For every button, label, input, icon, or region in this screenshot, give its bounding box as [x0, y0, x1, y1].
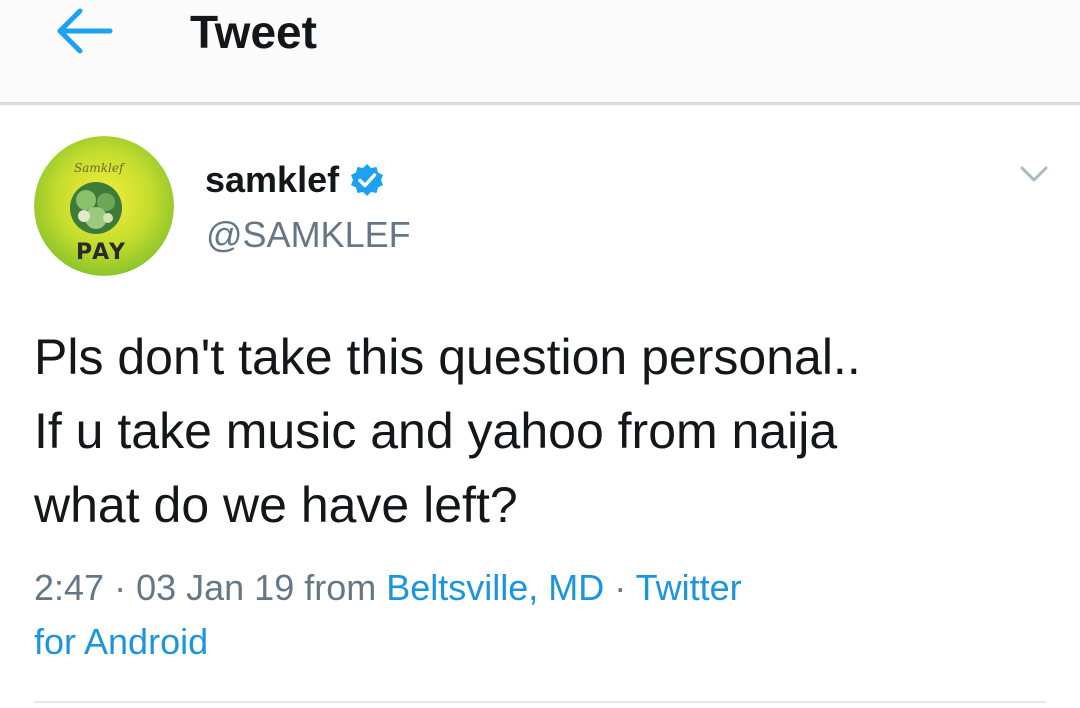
tweet-date: 03 Jan 19 — [136, 567, 295, 608]
tweet-meta-line-1: 2:47 · 03 Jan 19 from Beltsville, MD · T… — [34, 561, 1054, 615]
back-button[interactable] — [52, 6, 116, 56]
avatar[interactable]: Samklef PAY — [34, 136, 174, 276]
tweet-text-line: Pls don't take this question personal.. — [34, 329, 861, 385]
verified-badge-icon — [351, 164, 384, 196]
divider — [34, 701, 1046, 703]
tweet-options-button[interactable] — [1016, 160, 1052, 188]
from-word: from — [294, 567, 387, 608]
app-bar: Tweet — [0, 0, 1080, 105]
arrow-left-icon — [57, 8, 113, 54]
meta-separator: · — [104, 567, 137, 608]
meta-separator: · — [604, 567, 636, 608]
chevron-down-icon — [1020, 166, 1048, 182]
svg-text:Samklef: Samklef — [74, 161, 126, 175]
page-title: Tweet — [190, 6, 317, 58]
tweet-meta: 2:47 · 03 Jan 19 from Beltsville, MD · T… — [34, 561, 1054, 669]
tweet-text-line: what do we have left? — [34, 477, 518, 533]
author-handle[interactable]: @SAMKLEF — [206, 214, 411, 256]
tweet-time: 2:47 — [34, 567, 105, 608]
tweet-text: Pls don't take this question personal.. … — [34, 320, 1064, 542]
tweet-text-line: If u take music and yahoo from naija — [34, 403, 838, 459]
display-name-text: samklef — [205, 159, 340, 200]
author-display-name[interactable]: samklef — [205, 160, 385, 200]
tweet-location-link[interactable]: Beltsville, MD — [386, 567, 604, 608]
avatar-image: Samklef PAY — [34, 136, 174, 276]
avatar-logo-text: PAY — [76, 240, 127, 265]
tweet-source-link[interactable]: Twitter — [636, 567, 742, 608]
tweet-source-link-continued[interactable]: for Android — [34, 621, 208, 662]
tweet-meta-line-2: for Android — [34, 615, 1054, 669]
